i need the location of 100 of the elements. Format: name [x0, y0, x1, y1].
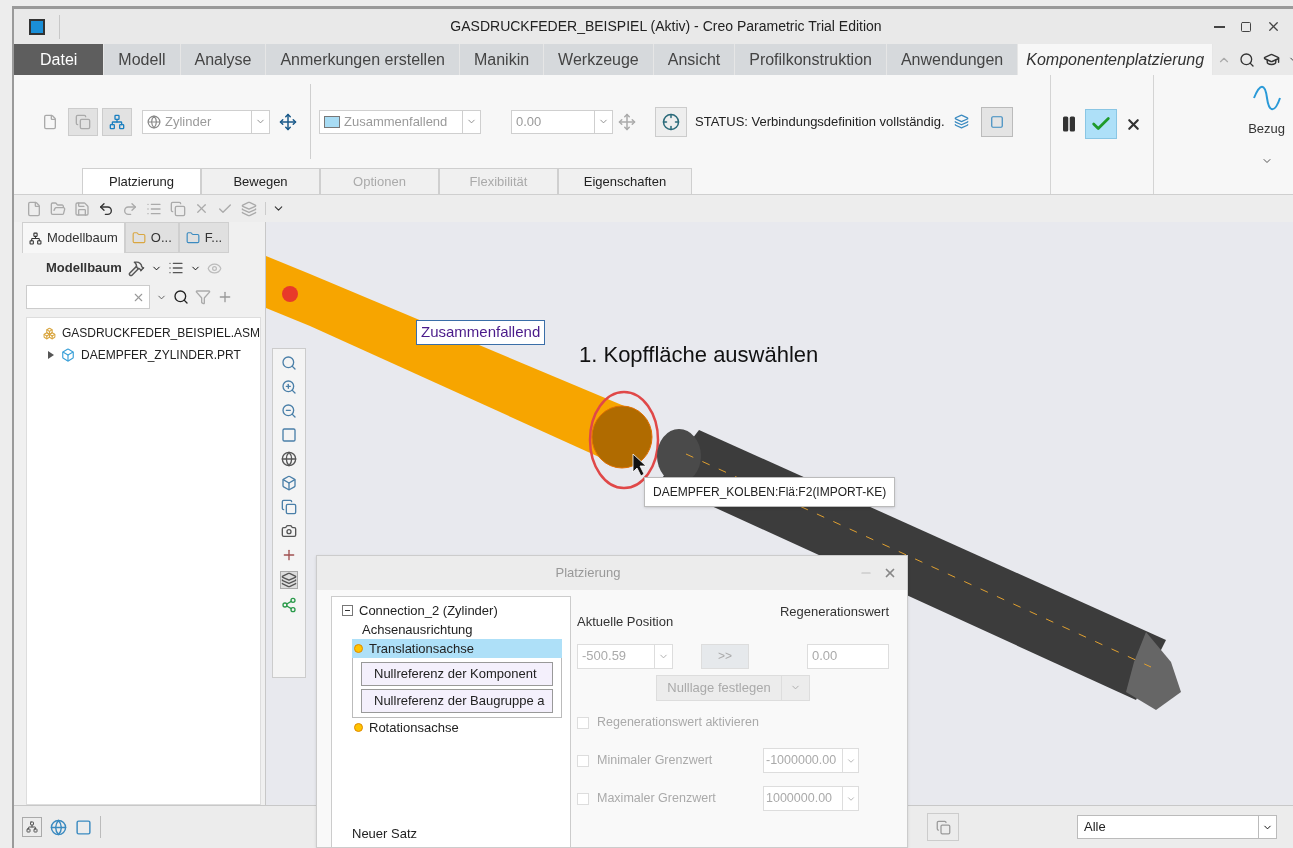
placement-subtab[interactable]: Platzierung — [82, 168, 201, 194]
panel-tab[interactable]: Modellbaum — [22, 222, 125, 253]
app-icon — [28, 18, 45, 35]
zoom-in-icon — [281, 379, 297, 395]
current-position-label: Aktuelle Position — [577, 613, 674, 631]
snapshot-icon — [281, 523, 297, 539]
collapse-toggle[interactable] — [342, 605, 353, 616]
search-icon — [1239, 51, 1256, 68]
panel-heading: Modellbaum — [46, 259, 122, 278]
learning-icon — [1263, 51, 1281, 68]
folder-icon — [185, 230, 200, 245]
copy-icon-button[interactable] — [68, 107, 98, 136]
filter-button[interactable] — [195, 289, 211, 305]
selection-filter-button[interactable] — [927, 813, 959, 841]
open-icon — [50, 200, 66, 217]
reference-field[interactable]: Nullreferenz der Komponent — [361, 662, 553, 686]
close-button[interactable] — [1266, 19, 1281, 34]
instruction-text: 1. Kopffläche auswählen — [579, 341, 819, 369]
show-menu-icon — [167, 260, 184, 276]
ribbon-tab[interactable]: Ansicht — [653, 44, 736, 75]
tree-item[interactable]: Connection_2 (Zylinder) — [342, 601, 562, 620]
curve-icon-button[interactable] — [102, 107, 132, 136]
save-button[interactable] — [74, 200, 90, 217]
new-file-icon — [26, 200, 42, 217]
confirm-button[interactable] — [1085, 109, 1117, 139]
model-tree-item[interactable]: DAEMPFER_ZYLINDER.PRT — [43, 344, 260, 366]
ribbon-tab[interactable]: Anmerkungen erstellen — [266, 44, 460, 75]
refit-icon — [281, 355, 297, 371]
regeneration-label: Regenerationswert — [779, 603, 889, 621]
cylinder-joint-icon — [147, 114, 161, 129]
filter-icon — [195, 289, 211, 305]
tree-item[interactable]: Translationsachse — [352, 639, 562, 658]
hide-icon — [206, 260, 222, 276]
option-label: Minimaler Grenzwert — [597, 752, 714, 770]
part-icon — [61, 348, 75, 362]
panel-tab[interactable]: F... — [178, 222, 230, 253]
maximize-button[interactable] — [1240, 20, 1252, 33]
refit-button[interactable] — [281, 355, 297, 371]
cursor-icon — [632, 453, 647, 477]
assembly-window-button[interactable] — [980, 106, 1013, 137]
zoom-out-icon — [281, 403, 297, 419]
option-label: Regenerationswert aktivieren — [597, 714, 760, 732]
customize-button[interactable] — [265, 202, 285, 215]
tooltip: DAEMPFER_KOLBEN:Flä:F2(IMPORT-KE) — [644, 477, 896, 507]
new-set-link[interactable]: Neuer Satz — [342, 823, 562, 847]
maximize-icon — [1240, 20, 1252, 33]
learning-button[interactable] — [1263, 51, 1281, 68]
panel-tab[interactable]: O... — [124, 222, 179, 253]
close-icon — [1266, 19, 1281, 34]
find-button[interactable] — [173, 289, 189, 305]
navigator-button[interactable] — [22, 817, 42, 837]
constraint-label: Zusammenfallend — [416, 320, 546, 345]
dialog-title: Platzierung — [554, 564, 622, 583]
add-icon — [217, 289, 233, 305]
ribbon-tab[interactable]: Manikin — [459, 44, 545, 75]
undo-button[interactable] — [98, 200, 114, 217]
ribbon-tab[interactable]: Analyse — [180, 44, 267, 75]
find-icon — [173, 289, 189, 305]
browser-button[interactable] — [50, 818, 67, 836]
settings-button[interactable] — [127, 259, 145, 277]
show-menu-button[interactable] — [167, 260, 184, 276]
model-tree-item[interactable]: GASDRUCKFEDER_BEISPIEL.ASM — [43, 322, 260, 344]
tree-item[interactable]: Achsenausrichtung — [352, 620, 562, 639]
close-window-icon — [194, 201, 209, 216]
filter-dropdown[interactable]: Alle — [1077, 815, 1277, 839]
ribbon-tab[interactable]: Datei — [14, 44, 105, 75]
ribbon-tab[interactable]: Anwendungen — [886, 44, 1019, 75]
snapshot-button[interactable] — [281, 523, 297, 539]
undo-icon — [98, 200, 114, 217]
move-component-button[interactable] — [655, 106, 687, 137]
search-field[interactable] — [26, 285, 150, 309]
option-label: Maximaler Grenzwert — [597, 790, 717, 808]
add-button[interactable] — [217, 289, 233, 305]
hide-button[interactable] — [206, 260, 222, 276]
zoom-in-button[interactable] — [281, 379, 297, 395]
search-button[interactable] — [1239, 51, 1256, 68]
zoom-out-button[interactable] — [281, 403, 297, 419]
minimize-icon — [1213, 25, 1225, 28]
datum-curve-icon — [1250, 83, 1283, 113]
close-icon — [883, 566, 897, 580]
redo-button[interactable] — [122, 200, 138, 217]
ribbon-tab[interactable]: Werkzeuge — [544, 44, 654, 75]
window-title: GASDRUCKFEDER_BEISPIEL (Aktiv) - Creo Parametric Trial Edition — [449, 17, 883, 36]
new-file-button[interactable] — [26, 200, 42, 217]
reference-field[interactable]: Nullreferenz der Baugruppe a — [361, 689, 553, 713]
close-window-button[interactable] — [194, 201, 209, 216]
tree-item[interactable]: Rotationsachse — [352, 718, 562, 737]
tree-icon — [29, 231, 42, 245]
placement-subtab[interactable]: Bewegen — [201, 168, 320, 194]
open-button[interactable] — [50, 200, 66, 217]
rod-segment-drawing — [266, 256, 310, 326]
ribbon-tab[interactable]: Komponentenplatzierung — [1018, 44, 1214, 75]
ribbon-tab[interactable]: Modell — [104, 44, 181, 75]
assembly-icon — [43, 325, 56, 341]
browser-icon — [50, 818, 67, 836]
placement-subtab[interactable]: Eigenschaften — [558, 168, 692, 194]
status-text: STATUS: Verbindungsdefinition vollständig. — [695, 112, 945, 131]
expand-arrow-icon[interactable] — [47, 351, 55, 359]
ribbon-tab[interactable]: Profilkonstruktion — [735, 44, 887, 75]
redo-icon — [122, 200, 138, 217]
